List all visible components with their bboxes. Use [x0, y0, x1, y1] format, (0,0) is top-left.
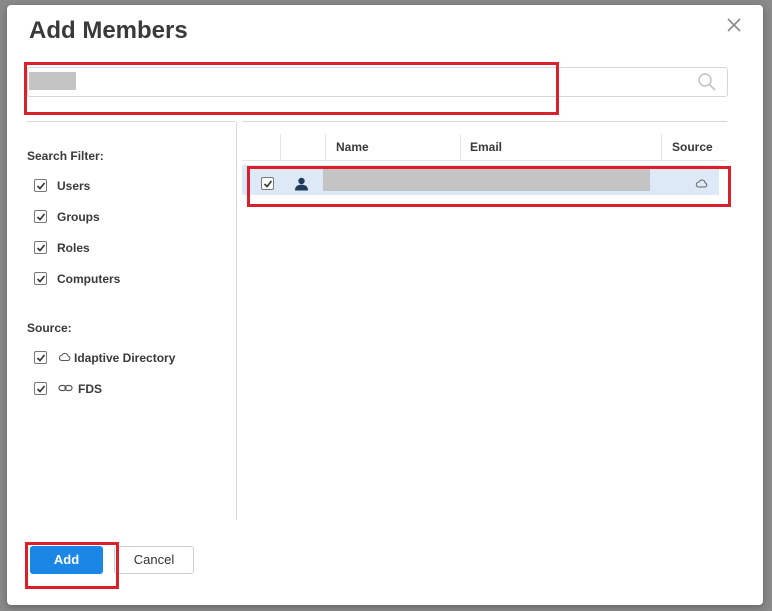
checkmark-icon: [36, 182, 46, 190]
add-button[interactable]: Add: [30, 546, 103, 574]
source-label-idaptive: Idaptive Directory: [74, 351, 176, 365]
divider: [242, 121, 727, 122]
filter-label-groups: Groups: [57, 210, 100, 224]
dialog-title: Add Members: [29, 17, 188, 44]
link-icon: [58, 384, 73, 392]
search-filter-label: Search Filter:: [27, 149, 104, 163]
close-icon[interactable]: [725, 16, 743, 34]
filter-label-computers: Computers: [57, 272, 121, 286]
column-header-source[interactable]: Source: [672, 140, 713, 154]
cancel-button[interactable]: Cancel: [114, 546, 194, 574]
checkmark-icon: [36, 213, 46, 221]
groups-checkbox[interactable]: [34, 210, 47, 223]
divider: [27, 121, 235, 122]
column-header-email[interactable]: Email: [470, 140, 502, 154]
column-separator: [325, 134, 326, 160]
search-box: [27, 67, 728, 97]
column-header-name[interactable]: Name: [336, 140, 369, 154]
checkmark-icon: [36, 385, 46, 393]
column-separator: [460, 134, 461, 160]
users-checkbox[interactable]: [34, 179, 47, 192]
source-label-fds: FDS: [78, 382, 102, 396]
panel-separator: [236, 122, 237, 520]
computers-checkbox[interactable]: [34, 272, 47, 285]
checkmark-icon: [263, 180, 273, 188]
filter-label-roles: Roles: [57, 241, 90, 255]
header-divider: [242, 160, 727, 161]
redacted-name-email: [323, 169, 650, 191]
row-checkbox[interactable]: [261, 177, 274, 190]
column-separator: [661, 134, 662, 160]
cloud-icon: [695, 179, 708, 188]
checkmark-icon: [36, 275, 46, 283]
search-input[interactable]: [28, 68, 688, 96]
filter-label-users: Users: [57, 179, 91, 193]
fds-checkbox[interactable]: [34, 382, 47, 395]
search-icon[interactable]: [697, 72, 717, 92]
idaptive-directory-checkbox[interactable]: [34, 351, 47, 364]
checkmark-icon: [36, 244, 46, 252]
cloud-icon: [59, 352, 71, 361]
checkmark-icon: [36, 354, 46, 362]
user-icon: [295, 177, 308, 191]
source-label: Source:: [27, 321, 72, 335]
column-separator: [280, 134, 281, 160]
roles-checkbox[interactable]: [34, 241, 47, 254]
